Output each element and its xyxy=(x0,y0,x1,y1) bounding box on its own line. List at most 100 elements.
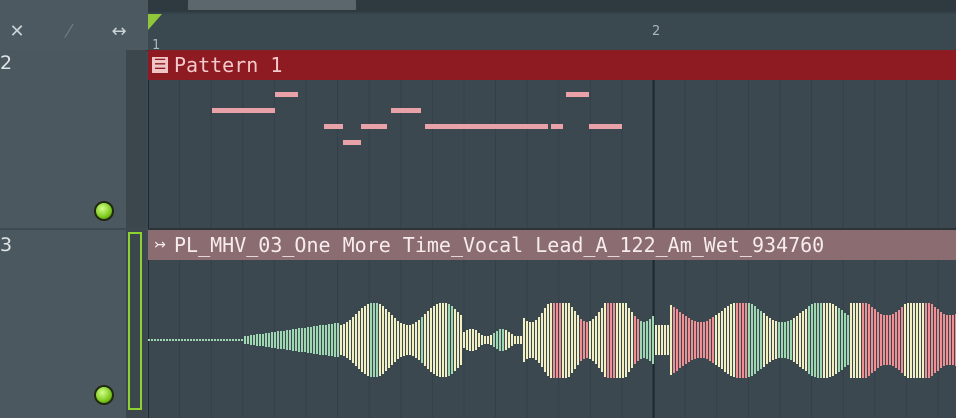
waveform-bar xyxy=(841,310,843,370)
waveform-bar xyxy=(838,308,840,372)
waveform-bar xyxy=(616,302,618,378)
waveform-bar xyxy=(205,339,207,341)
track-mute-led[interactable] xyxy=(94,201,114,221)
waveform-bar xyxy=(490,334,492,346)
waveform-bar xyxy=(925,302,927,378)
waveform-bar xyxy=(511,333,513,347)
waveform-bar xyxy=(157,339,159,341)
waveform-bar xyxy=(727,305,729,375)
time-ruler[interactable]: 1 2 xyxy=(148,14,956,53)
track-header[interactable]: 3 xyxy=(0,230,127,418)
waveform-bar xyxy=(505,329,507,351)
waveform-bar xyxy=(376,303,378,377)
waveform-bar xyxy=(289,329,291,351)
waveform-bar xyxy=(877,311,879,369)
waveform-bar xyxy=(502,328,504,352)
waveform-bar xyxy=(448,304,450,376)
waveform-bar xyxy=(424,314,426,366)
waveform-bar xyxy=(775,320,777,360)
waveform-bar xyxy=(532,321,534,359)
waveform-bar xyxy=(190,339,192,341)
audio-clip-header[interactable]: ↣ PL_MHV_03_One More Time_Vocal Lead_A_1… xyxy=(148,230,956,260)
track-mute-led[interactable] xyxy=(94,385,114,405)
pattern-clip[interactable]: ☰ Pattern 1 xyxy=(148,50,956,228)
waveform-bar xyxy=(196,339,198,341)
slide-icon[interactable]: ⁄ xyxy=(56,20,82,44)
waveform-bar xyxy=(259,333,261,347)
waveform-bar xyxy=(874,309,876,371)
waveform-bar xyxy=(493,332,495,348)
waveform-bar xyxy=(262,333,264,347)
waveform-bar xyxy=(247,335,249,345)
waveform-bar xyxy=(781,321,783,358)
waveform-bar xyxy=(151,339,153,341)
note xyxy=(566,92,589,97)
waveform-bar xyxy=(238,339,240,341)
scrollbar-thumb[interactable] xyxy=(188,0,356,10)
waveform-bar xyxy=(565,302,567,378)
waveform-bar xyxy=(649,318,651,362)
track-header[interactable]: 2 xyxy=(0,50,127,228)
waveform-bar xyxy=(475,330,477,350)
waveform-bar xyxy=(631,311,633,369)
waveform-bar xyxy=(241,339,243,341)
waveform-bar xyxy=(847,315,849,365)
audio-clip[interactable]: ↣ PL_MHV_03_One More Time_Vocal Lead_A_1… xyxy=(148,230,956,418)
pattern-icon: ☰ xyxy=(152,57,168,73)
waveform-bar xyxy=(295,328,297,352)
waveform-bar xyxy=(535,319,537,361)
waveform-bar xyxy=(883,314,885,366)
waveform-bar xyxy=(319,325,321,355)
delete-icon[interactable]: ✕ xyxy=(4,20,30,44)
waveform-bar xyxy=(271,332,273,348)
waveform-bar xyxy=(199,339,201,341)
track-select-strip[interactable] xyxy=(126,50,146,228)
waveform-bar xyxy=(292,329,294,351)
waveform-bar xyxy=(439,302,441,378)
waveform-bar xyxy=(718,312,720,368)
waveform-bar xyxy=(193,339,195,341)
waveform-bar xyxy=(436,303,438,376)
waveform-bar xyxy=(538,316,540,364)
waveform-bar xyxy=(769,317,771,363)
waveform-bar xyxy=(835,305,837,375)
waveform-bar xyxy=(556,302,558,378)
waveform-bar xyxy=(739,302,741,378)
waveform-bar xyxy=(385,308,387,372)
waveform-bar xyxy=(637,319,639,361)
track-select-strip[interactable] xyxy=(126,230,146,418)
note xyxy=(588,124,623,129)
waveform-bar xyxy=(829,302,831,378)
waveform-bar xyxy=(751,304,753,376)
track-select-highlight xyxy=(128,232,142,410)
note xyxy=(323,124,343,129)
waveform-bar xyxy=(283,330,285,350)
waveform-bar xyxy=(256,334,258,346)
waveform-bar xyxy=(175,339,177,341)
waveform-bar xyxy=(604,303,606,377)
waveform-bar xyxy=(334,323,336,357)
waveform-bar xyxy=(418,319,420,360)
waveform-bar xyxy=(817,302,819,378)
waveform-bar xyxy=(220,339,222,341)
waveform-bar xyxy=(622,302,624,378)
stretch-icon[interactable]: ↔ xyxy=(106,20,132,44)
song-position-marker[interactable] xyxy=(148,14,162,30)
waveform-bar xyxy=(799,313,801,367)
playlist-grid[interactable]: ☰ Pattern 1 ↣ PL_MHV_03_One More Time_Vo… xyxy=(148,50,956,418)
waveform-bar xyxy=(850,302,852,378)
waveform-bar xyxy=(586,321,588,358)
waveform-bar xyxy=(613,302,615,378)
waveform-bar xyxy=(763,313,765,367)
waveform-bar xyxy=(304,327,306,353)
pattern-clip-header[interactable]: ☰ Pattern 1 xyxy=(148,50,956,80)
waveform-bar xyxy=(331,323,333,357)
waveform-bar xyxy=(766,315,768,365)
note xyxy=(368,124,388,129)
track-number: 3 xyxy=(0,234,13,256)
waveform-bar xyxy=(712,317,714,363)
waveform-bar xyxy=(550,302,552,378)
waveform-bar xyxy=(544,308,546,372)
waveform-bar xyxy=(607,302,609,378)
waveform-bar xyxy=(523,318,525,362)
